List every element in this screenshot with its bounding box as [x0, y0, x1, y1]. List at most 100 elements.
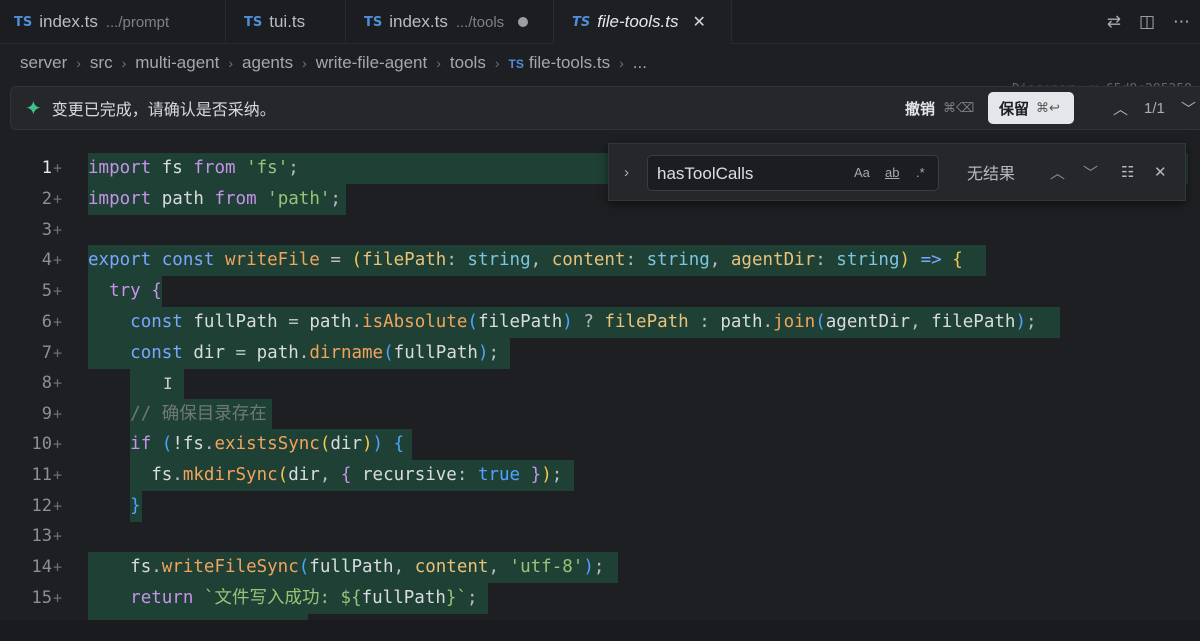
added-line-marker: + — [53, 313, 63, 331]
chevron-right-icon: › — [228, 55, 234, 71]
code-editor[interactable]: 1 + import fs from 'fs'; 2 + import path… — [0, 150, 1200, 620]
split-editor-icon[interactable]: ◫ — [1139, 12, 1155, 32]
keep-label: 保留 — [999, 100, 1030, 118]
chevron-right-icon: › — [436, 55, 441, 71]
tab-tui[interactable]: TS tui.ts — [226, 0, 346, 44]
line-number: 6 — [41, 312, 52, 332]
bottom-strip — [0, 620, 1200, 641]
added-line-marker: + — [53, 282, 63, 300]
code-line: 6 + const fullPath = path.isAbsolute(fil… — [0, 307, 1200, 338]
chevron-right-icon[interactable]: › — [624, 164, 629, 181]
breadcrumb: server › src › multi-agent › agents › wr… — [0, 44, 1200, 82]
tab-label: index.ts — [39, 12, 98, 31]
added-line-marker: + — [53, 466, 63, 484]
breadcrumb-item[interactable]: multi-agent — [135, 53, 219, 73]
added-line-marker: + — [53, 159, 63, 177]
chevron-right-icon: › — [494, 55, 500, 71]
find-query: hasToolCalls — [657, 164, 754, 183]
chevron-down-icon[interactable]: ﹀ — [1083, 162, 1098, 183]
tab-file-tools[interactable]: TS file-tools.ts ✕ — [554, 0, 732, 44]
code-text: export const writeFile = (filePath: stri… — [88, 250, 963, 270]
typescript-icon: TS — [572, 14, 591, 30]
added-line-marker: + — [53, 344, 63, 362]
text-cursor-icon: I — [163, 374, 173, 393]
added-line-marker: + — [53, 251, 63, 269]
line-number: 11 — [31, 465, 52, 485]
tab-index-prompt[interactable]: TS index.ts .../prompt — [0, 0, 226, 44]
chevron-right-icon: › — [76, 55, 81, 71]
line-number: 8 — [41, 373, 52, 393]
undo-button[interactable]: 撤销 — [905, 98, 935, 119]
close-icon[interactable]: ✕ — [692, 12, 705, 32]
more-actions-icon[interactable]: ⋯ — [1173, 12, 1190, 32]
code-text: if (!fs.existsSync(dir)) { — [130, 434, 405, 454]
line-number: 15 — [31, 588, 52, 608]
code-line: 7 + const dir = path.dirname(fullPath); — [0, 338, 1200, 369]
line-number: 14 — [31, 557, 52, 577]
typescript-icon: TS — [14, 14, 33, 30]
chevron-right-icon: › — [619, 55, 624, 71]
code-line: 9 + // 确保目录存在 — [0, 399, 1200, 430]
added-line-marker: + — [53, 435, 63, 453]
code-line: 10 + if (!fs.existsSync(dir)) { — [0, 429, 1200, 460]
whole-word-icon[interactable]: ab — [885, 165, 899, 180]
find-input[interactable]: hasToolCalls Aa ab .* — [647, 155, 939, 191]
tab-index-tools[interactable]: TS index.ts .../tools — [346, 0, 554, 44]
banner-message: 变更已完成，请确认是否采纳。 — [51, 102, 276, 119]
code-text: const fullPath = path.isAbsolute(filePat… — [130, 312, 1037, 332]
breadcrumb-symbols[interactable]: ... — [633, 53, 647, 73]
breadcrumb-item[interactable]: server — [20, 53, 67, 73]
line-number: 5 — [41, 281, 52, 301]
line-number: 13 — [31, 526, 52, 546]
change-review-banner: ✦ 变更已完成，请确认是否采纳。 撤销 ⌘⌫ 保留 ⌘↩ ︿ 1/1 ﹀ — [10, 86, 1200, 130]
breadcrumb-item[interactable]: src — [90, 53, 113, 73]
code-line: 3 + — [0, 215, 1200, 246]
unsaved-dot-icon[interactable] — [518, 17, 529, 27]
chevron-up-icon[interactable]: ︿ — [1050, 162, 1065, 183]
editor-actions: ⇄ ◫ ⋯ — [1107, 0, 1200, 44]
typescript-icon: TS — [364, 14, 383, 30]
find-result-count: 无结果 — [967, 166, 1016, 183]
breadcrumb-item[interactable]: write-file-agent — [316, 53, 428, 73]
chevron-down-icon[interactable]: ﹀ — [1181, 98, 1196, 119]
added-line-marker: + — [53, 589, 63, 607]
code-text: // 确保目录存在 — [130, 404, 267, 424]
match-case-icon[interactable]: Aa — [854, 165, 870, 180]
code-text: import path from 'path'; — [88, 189, 341, 209]
close-icon[interactable]: ✕ — [1154, 163, 1167, 181]
typescript-icon: TS — [244, 14, 263, 30]
chevron-right-icon: › — [121, 55, 127, 71]
tab-path-hint: .../tools — [455, 13, 505, 31]
breadcrumb-file-label: file-tools.ts — [528, 53, 611, 72]
change-counter: 1/1 — [1144, 99, 1165, 117]
line-number: 10 — [31, 434, 52, 454]
undo-shortcut: ⌘⌫ — [943, 100, 975, 115]
breadcrumb-file[interactable]: TS file-tools.ts — [509, 53, 611, 73]
find-in-selection-icon[interactable]: ☷ — [1121, 163, 1134, 181]
line-number: 12 — [31, 496, 52, 516]
tab-path-hint: .../prompt — [105, 13, 170, 31]
added-line-highlight — [130, 368, 184, 399]
breadcrumb-item[interactable]: agents — [242, 53, 293, 73]
tab-label: tui.ts — [269, 12, 306, 31]
chevron-right-icon: › — [302, 55, 307, 71]
tab-label: index.ts — [389, 12, 448, 31]
compare-changes-icon[interactable]: ⇄ — [1107, 12, 1121, 32]
breadcrumb-item[interactable]: tools — [450, 53, 486, 73]
line-number: 2 — [41, 189, 52, 209]
code-text: try { — [109, 281, 162, 301]
code-text: fs.mkdirSync(dir, { recursive: true }); — [151, 465, 563, 485]
line-number: 1 — [41, 158, 52, 178]
line-number: 4 — [41, 250, 52, 270]
line-number: 7 — [41, 343, 52, 363]
regex-icon[interactable]: .* — [916, 165, 925, 180]
find-widget: › hasToolCalls Aa ab .* 无结果 ︿ ﹀ ☷ ✕ — [608, 143, 1186, 201]
code-line: 13 + — [0, 521, 1200, 552]
keep-shortcut: ⌘↩ — [1036, 100, 1060, 115]
keep-button[interactable]: 保留 ⌘↩ — [988, 92, 1074, 124]
code-line: 12 + } — [0, 491, 1200, 522]
tab-label: file-tools.ts — [597, 12, 679, 31]
code-line: 15 + return `文件写入成功: ${fullPath}`; — [0, 583, 1200, 614]
chevron-up-icon[interactable]: ︿ — [1113, 98, 1128, 119]
added-line-marker: + — [53, 527, 63, 545]
